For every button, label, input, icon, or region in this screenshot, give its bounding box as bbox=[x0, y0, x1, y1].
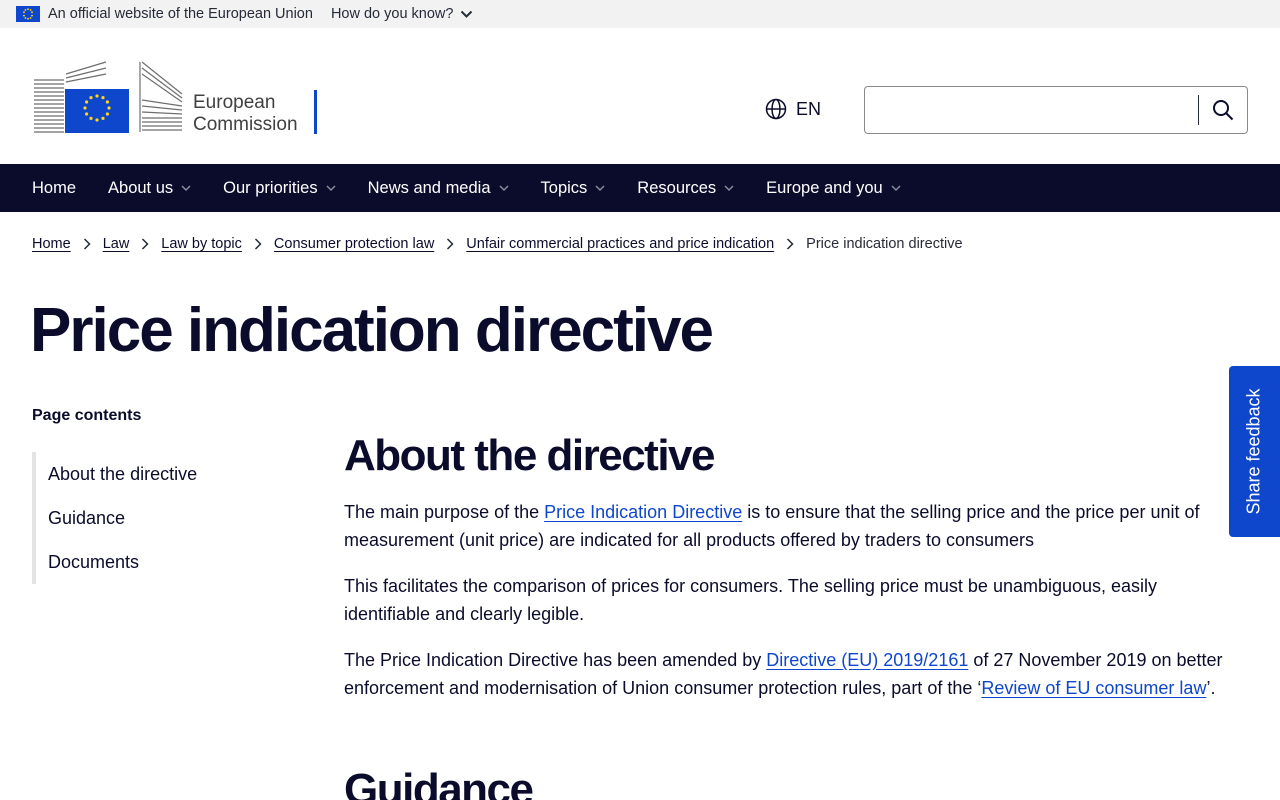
nav-item-label: Our priorities bbox=[223, 178, 318, 197]
breadcrumb-link[interactable]: Consumer protection law bbox=[274, 236, 434, 252]
page-title: Price indication directive bbox=[30, 296, 714, 365]
main-navigation: Home About us Our priorities News and media… bbox=[0, 164, 1280, 212]
share-feedback-label: Share feedback bbox=[1244, 388, 1264, 515]
nav-item-label: Europe and you bbox=[766, 178, 883, 197]
page-contents-list: About the directive Guidance Documents bbox=[32, 452, 232, 584]
price-indication-directive-link[interactable]: Price Indication Directive bbox=[544, 502, 742, 522]
chevron-down-icon bbox=[181, 184, 191, 191]
nav-item-label: Home bbox=[32, 178, 77, 197]
nav-item-news-and-media[interactable]: News and media bbox=[368, 179, 509, 198]
breadcrumb-separator bbox=[141, 238, 149, 250]
toc-item-guidance[interactable]: Guidance bbox=[36, 496, 232, 540]
main-content: About the directive The main purpose of … bbox=[344, 430, 1224, 720]
section-heading-guidance: Guidance bbox=[344, 765, 534, 800]
european-commission-logo[interactable]: European Commission bbox=[32, 60, 322, 136]
how-do-you-know-button[interactable]: How do you know? bbox=[331, 6, 474, 22]
breadcrumb-link[interactable]: Law by topic bbox=[161, 236, 242, 252]
logo-accent-bar bbox=[314, 90, 317, 134]
chevron-right-icon bbox=[787, 238, 794, 250]
chevron-right-icon bbox=[83, 238, 91, 250]
breadcrumb-link[interactable]: Unfair commercial practices and price in… bbox=[466, 236, 774, 252]
nav-item-label: Topics bbox=[540, 178, 588, 197]
breadcrumb-separator bbox=[446, 238, 454, 250]
globe-icon bbox=[765, 98, 787, 120]
eu-official-banner: An official website of the European Unio… bbox=[0, 0, 1280, 28]
chevron-right-icon bbox=[142, 238, 149, 250]
nav-item-topics[interactable]: Topics bbox=[541, 179, 606, 198]
nav-item-label: Resources bbox=[637, 178, 717, 197]
paragraph-purpose: The main purpose of the Price Indication… bbox=[344, 498, 1224, 554]
page-contents-heading: Page contents bbox=[32, 407, 142, 424]
share-feedback-button[interactable]: Share feedback bbox=[1229, 366, 1280, 537]
directive-2019-2161-link[interactable]: Directive (EU) 2019/2161 bbox=[766, 650, 968, 670]
logo-text: European Commission bbox=[193, 92, 298, 136]
breadcrumb-separator bbox=[254, 238, 262, 250]
section-heading-about: About the directive bbox=[344, 431, 716, 480]
p1-text-before: The main purpose of the bbox=[344, 502, 545, 522]
toc-item-about-the-directive[interactable]: About the directive bbox=[36, 452, 232, 496]
breadcrumb-separator bbox=[83, 238, 91, 250]
nav-item-europe-and-you[interactable]: Europe and you bbox=[766, 179, 901, 198]
language-selector[interactable]: EN bbox=[765, 98, 821, 120]
chevron-down-icon bbox=[724, 184, 734, 191]
chevron-down-icon bbox=[498, 184, 509, 191]
official-website-text: An official website of the European Unio… bbox=[48, 6, 313, 22]
nav-item-resources[interactable]: Resources bbox=[637, 179, 734, 198]
breadcrumb-current: Price indication directive bbox=[806, 236, 963, 252]
nav-item-about-us[interactable]: About us bbox=[108, 179, 191, 198]
site-header: European Commission EN bbox=[0, 28, 1280, 164]
toc-item-documents[interactable]: Documents bbox=[36, 540, 232, 584]
nav-item-label: News and media bbox=[367, 178, 491, 197]
logo-line-european: European bbox=[193, 92, 276, 113]
p3-text-after: ’. bbox=[1206, 678, 1216, 698]
search-icon bbox=[1213, 100, 1234, 121]
breadcrumb: Home Law Law by topic Consumer protection l… bbox=[32, 236, 963, 252]
how-do-you-know-label: How do you know? bbox=[330, 6, 454, 22]
p3-text-before: The Price Indication Directive has been … bbox=[344, 650, 767, 670]
nav-item-home[interactable]: Home bbox=[32, 179, 76, 198]
review-of-eu-consumer-law-link[interactable]: Review of EU consumer law bbox=[981, 678, 1206, 698]
paragraph-amended: The Price Indication Directive has been … bbox=[344, 646, 1224, 702]
chevron-down-icon bbox=[461, 10, 473, 18]
nav-item-label: About us bbox=[108, 178, 174, 197]
chevron-down-icon bbox=[595, 184, 605, 191]
nav-item-our-priorities[interactable]: Our priorities bbox=[223, 178, 336, 198]
breadcrumb-separator bbox=[786, 238, 794, 250]
paragraph-comparison: This facilitates the comparison of price… bbox=[344, 576, 1158, 624]
chevron-right-icon bbox=[254, 238, 262, 250]
language-code: EN bbox=[796, 98, 822, 119]
chevron-down-icon bbox=[891, 184, 901, 191]
search-box bbox=[864, 86, 1248, 134]
eu-flag-icon bbox=[16, 6, 40, 22]
search-input[interactable] bbox=[865, 87, 1198, 133]
chevron-down-icon bbox=[326, 184, 336, 191]
breadcrumb-link[interactable]: Home bbox=[32, 236, 71, 252]
breadcrumb-link[interactable]: Law bbox=[103, 236, 130, 252]
commission-building-icon bbox=[34, 61, 183, 133]
chevron-right-icon bbox=[447, 238, 454, 250]
search-button[interactable] bbox=[1199, 87, 1247, 133]
logo-line-commission: Commission bbox=[193, 114, 298, 135]
